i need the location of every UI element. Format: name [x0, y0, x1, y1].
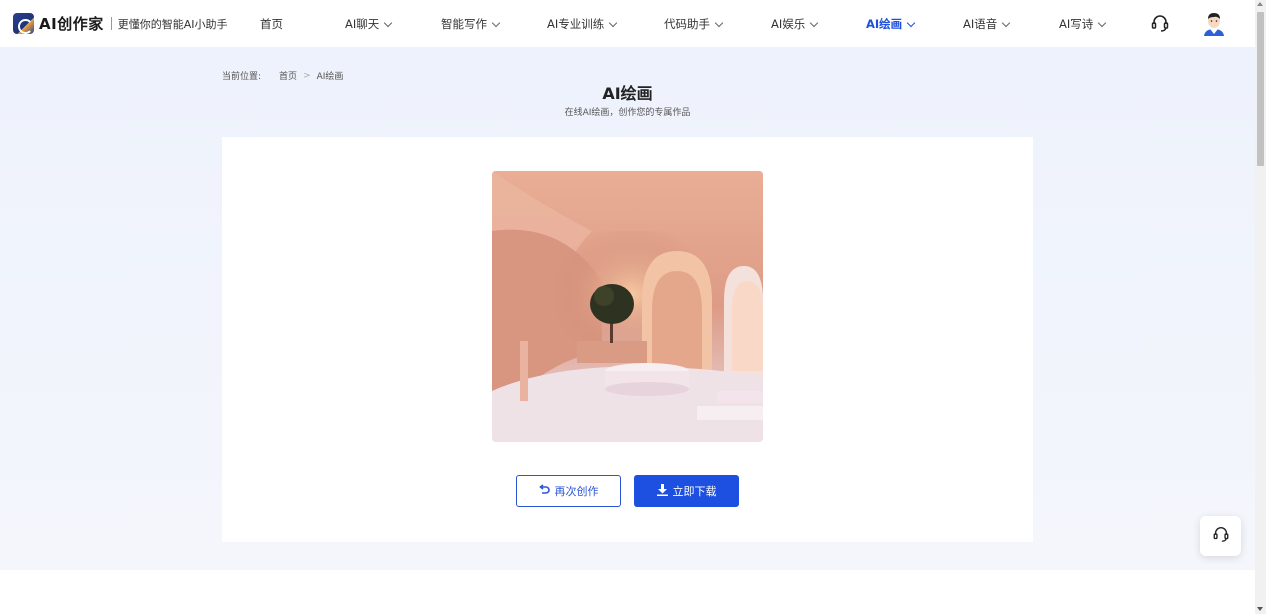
nav-item-ai-entertainment[interactable]: AI娱乐	[771, 16, 819, 32]
nav-item-smart-writing[interactable]: 智能写作	[441, 16, 501, 32]
chevron-down-icon	[810, 18, 819, 27]
undo-arrow-icon	[538, 484, 550, 498]
nav-label: AI绘画	[866, 17, 903, 31]
scroll-thumb[interactable]	[1257, 12, 1264, 166]
floating-support-button[interactable]	[1200, 516, 1241, 556]
vertical-scrollbar[interactable]	[1255, 0, 1266, 614]
generated-image	[492, 171, 763, 442]
breadcrumb-separator: >	[303, 70, 311, 81]
nav-label: AI娱乐	[771, 17, 806, 31]
logo[interactable]: AI创作家 更懂你的智能AI小助手	[13, 13, 227, 34]
chevron-down-icon	[906, 18, 916, 27]
chevron-down-icon	[491, 18, 501, 27]
logo-divider	[110, 17, 112, 30]
chevron-down-icon	[609, 18, 618, 27]
nav-label: 首页	[260, 17, 283, 31]
chevron-down-icon	[714, 18, 724, 27]
page-subtitle: 在线AI绘画，创作您的专属作品	[564, 108, 691, 118]
chevron-down-icon	[384, 18, 393, 27]
nav-item-code-assistant[interactable]: 代码助手	[664, 16, 724, 32]
nav-item-ai-poetry[interactable]: AI写诗	[1059, 16, 1107, 32]
result-card: 再次创作 立即下载	[222, 137, 1033, 542]
download-label: 立即下载	[672, 485, 717, 498]
chevron-down-icon	[1002, 18, 1011, 27]
nav-label: AI写诗	[1059, 17, 1094, 31]
page-title: AI绘画	[602, 84, 653, 103]
nav-item-ai-painting[interactable]: AI绘画	[866, 16, 916, 32]
nav-item-ai-chat[interactable]: AI聊天	[345, 16, 393, 32]
logo-icon	[13, 13, 34, 34]
nav-item-ai-training[interactable]: AI专业训练	[547, 16, 618, 32]
headset-icon	[1212, 525, 1230, 547]
download-button[interactable]: 立即下载	[634, 475, 739, 507]
redo-label: 再次创作	[554, 485, 599, 498]
redo-button[interactable]: 再次创作	[516, 475, 621, 507]
nav-item-home[interactable]: 首页	[260, 16, 283, 32]
scroll-up-arrow-icon[interactable]	[1257, 2, 1263, 6]
nav-label: AI专业训练	[547, 17, 605, 31]
nav-label: 代码助手	[664, 17, 710, 31]
nav-label: 智能写作	[441, 17, 487, 31]
nav-item-ai-voice[interactable]: AI语音	[963, 16, 1011, 32]
top-header: AI创作家 更懂你的智能AI小助手 首页 AI聊天 智能写作 AI专业训练 代码…	[0, 0, 1255, 47]
chevron-down-icon	[1098, 18, 1107, 27]
nav-label: AI聊天	[345, 17, 380, 31]
logo-text: AI创作家	[39, 15, 104, 33]
download-icon	[656, 483, 668, 499]
user-avatar-icon[interactable]	[1201, 10, 1227, 38]
scroll-down-arrow-icon[interactable]	[1257, 607, 1263, 611]
nav-label: AI语音	[963, 17, 998, 31]
logo-slogan: 更懂你的智能AI小助手	[117, 17, 228, 31]
headset-icon[interactable]	[1150, 13, 1170, 33]
